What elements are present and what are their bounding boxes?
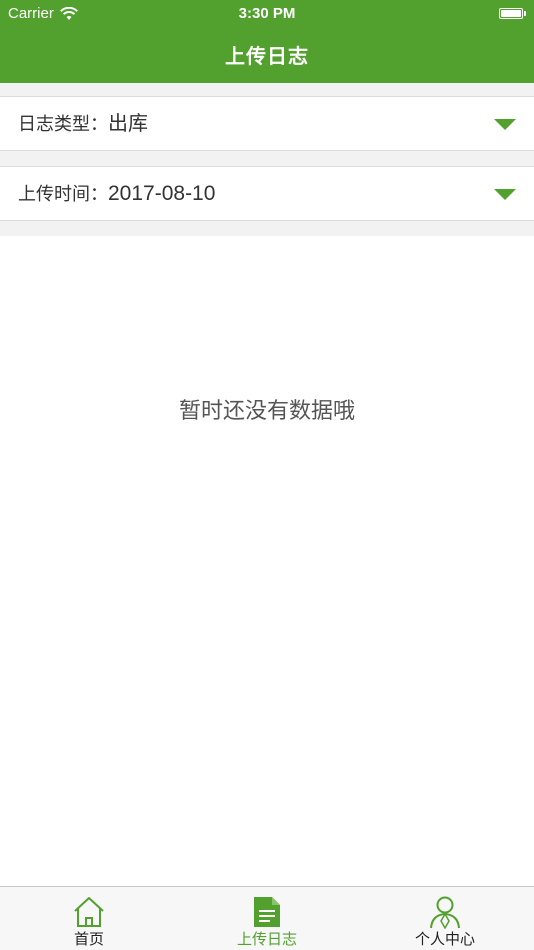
upload-date-field: 上传时间：2017-08-10 [18,167,215,220]
status-bar: Carrier 3:30 PM [0,0,534,28]
empty-state-message: 暂时还没有数据哦 [178,399,355,424]
tab-profile[interactable]: 个人中心 [356,887,534,950]
document-icon [250,895,284,929]
tab-home[interactable]: 首页 [0,887,178,950]
user-icon [428,895,462,930]
page-title: 上传日志 [225,44,309,68]
battery-icon [499,7,527,19]
log-list-area: 暂时还没有数据哦 [0,236,534,886]
tab-upload-log-label: 上传日志 [236,930,297,948]
log-type-field: 日志类型：出库 [18,97,148,150]
chevron-down-icon[interactable] [494,119,516,130]
navigation-bar: Carrier 3:30 PM 上传日志 [0,0,534,83]
tab-upload-log[interactable]: 上传日志 [178,887,356,950]
chevron-down-icon[interactable] [494,189,516,200]
upload-date-value: 2017-08-10 [108,182,216,205]
tab-bar: 首页 上传日志 个人中心 [0,886,534,950]
log-type-selector[interactable]: 日志类型：出库 [0,96,534,151]
tab-profile-label: 个人中心 [414,930,475,948]
upload-date-label: 上传时间： [18,184,108,205]
upload-date-selector[interactable]: 上传时间：2017-08-10 [0,166,534,221]
log-type-value: 出库 [108,111,148,135]
tab-home-label: 首页 [73,930,104,948]
home-icon [72,895,106,929]
log-type-label: 日志类型： [18,114,108,135]
status-time: 3:30 PM [238,5,296,22]
